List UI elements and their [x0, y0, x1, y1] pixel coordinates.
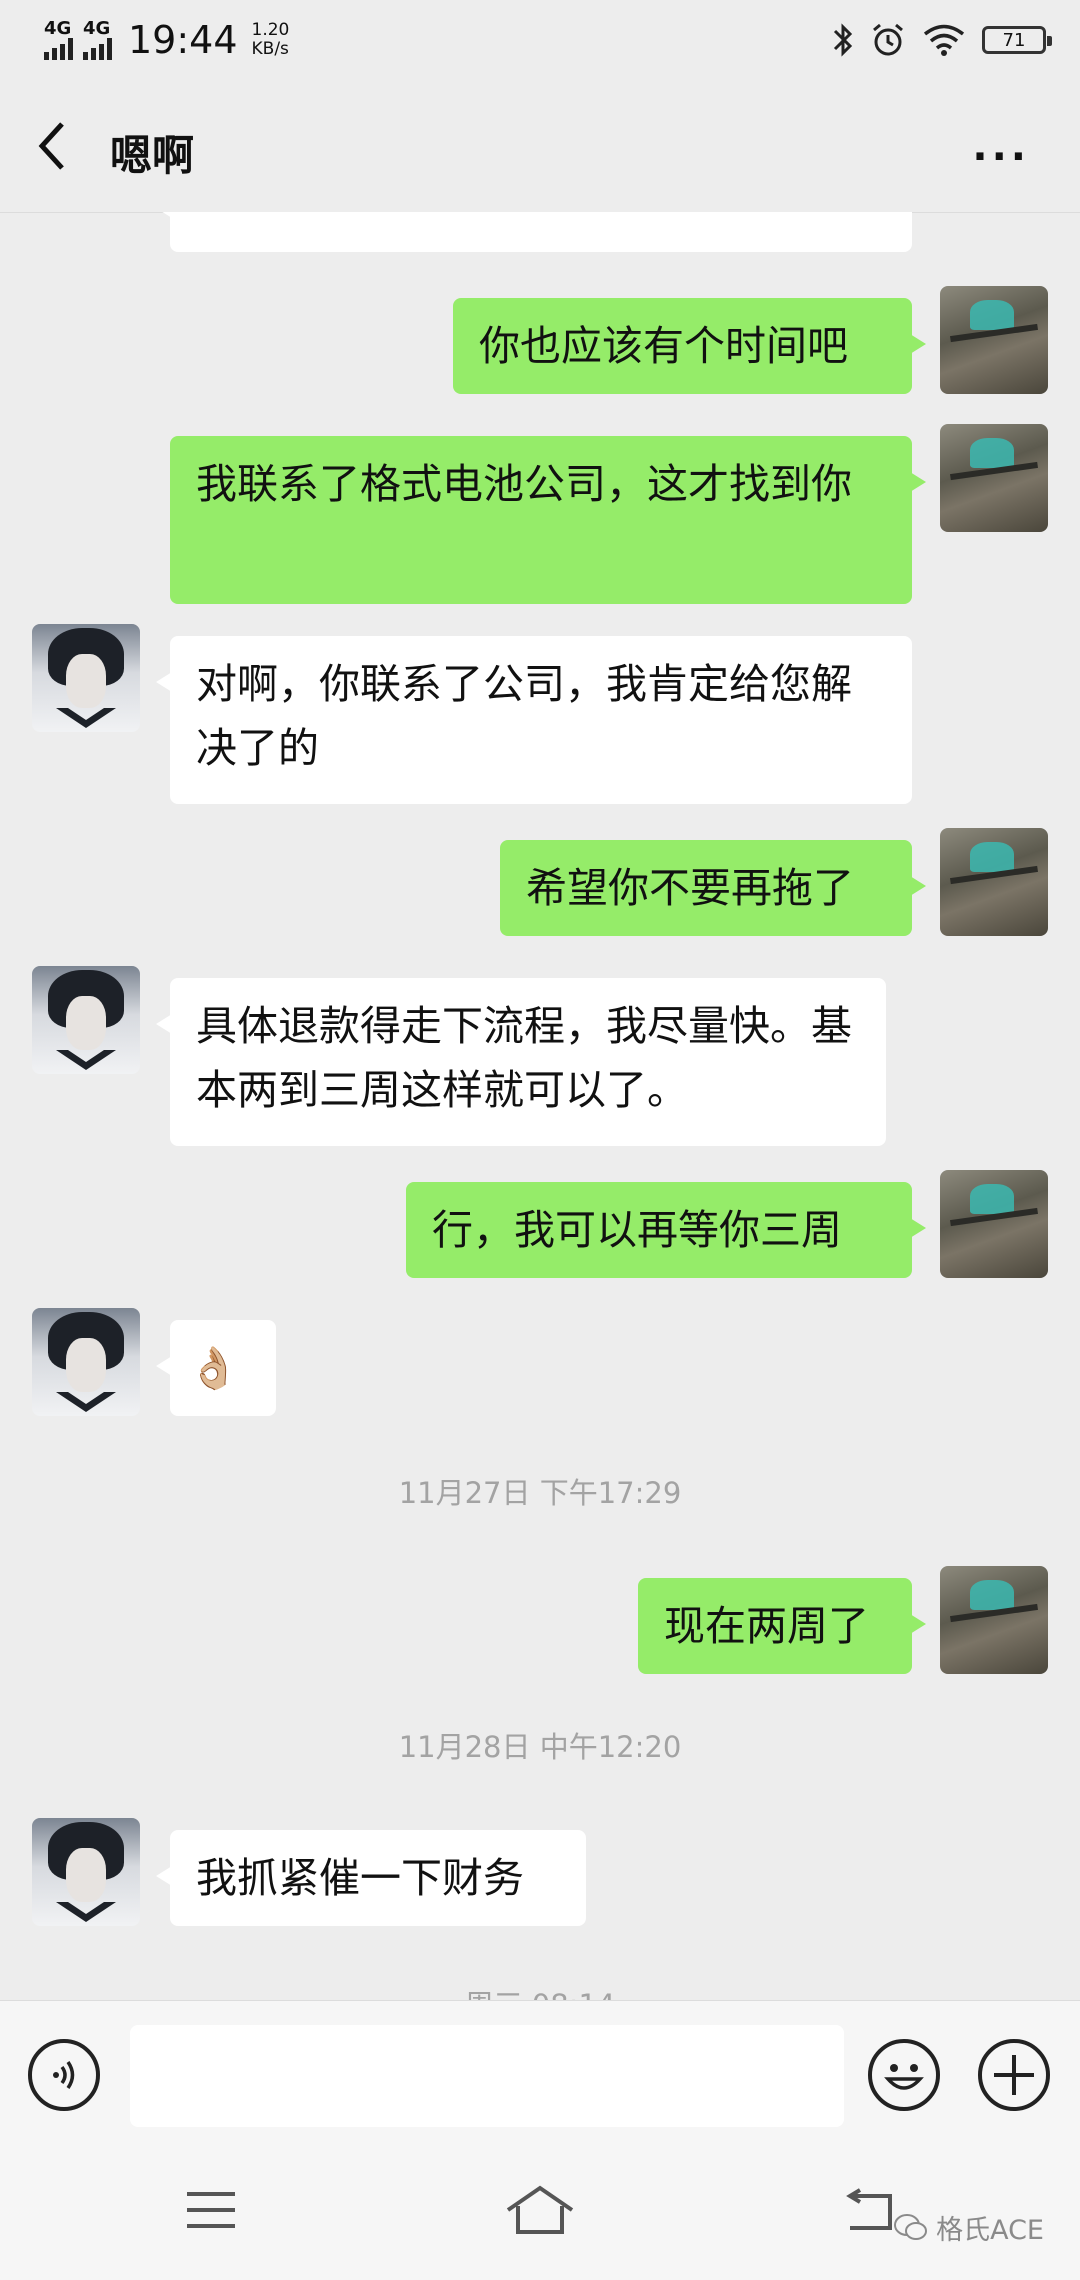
contact-avatar[interactable]: [32, 1818, 140, 1926]
menu-icon[interactable]: [184, 2188, 238, 2232]
battery-icon: 71: [982, 26, 1052, 54]
contact-avatar[interactable]: [32, 624, 140, 732]
back-arrow-icon[interactable]: [30, 114, 74, 178]
chat-header: 嗯啊 ···: [0, 84, 1080, 213]
contact-avatar[interactable]: [32, 1308, 140, 1416]
message-bubble-in[interactable]: 对啊，你联系了公司，我肯定给您解决了的: [156, 636, 912, 804]
signal-bars-icon: [83, 38, 112, 60]
alarm-icon: [873, 23, 903, 56]
chat-area[interactable]: 的了 你也应该有个时间吧 我联系了格式电池公司，这才找到你 对啊，你联系了公司，…: [0, 212, 1080, 2000]
message-input[interactable]: [130, 2025, 844, 2127]
status-right: 71: [832, 22, 1052, 58]
message-bubble-out[interactable]: 我联系了格式电池公司，这才找到你: [170, 436, 926, 604]
timestamp: 11月27日 下午17:29: [398, 1476, 682, 1510]
status-left: 4G 4G 19:44 1.20 KB/s: [44, 18, 289, 62]
message-bubble-in[interactable]: 具体退款得走下流程，我尽量快。基本两到三周这样就可以了。: [156, 978, 886, 1146]
watermark-text: 格氏ACE: [936, 2215, 1044, 2246]
my-avatar[interactable]: [940, 286, 1048, 394]
add-attachment-icon[interactable]: [978, 2039, 1050, 2111]
home-icon[interactable]: [502, 2182, 578, 2238]
wechat-logo-icon: [894, 2213, 928, 2240]
message-bubble-in[interactable]: 我抓紧催一下财务: [156, 1830, 586, 1926]
network-speed: 1.20 KB/s: [252, 21, 290, 59]
message-bubble-in[interactable]: 的了: [156, 212, 912, 252]
message-bubble-out[interactable]: 你也应该有个时间吧: [453, 298, 926, 394]
bluetooth-icon: [833, 23, 853, 57]
chat-title: 嗯啊: [110, 131, 195, 180]
speed-unit: KB/s: [251, 39, 289, 59]
network-type-1: 4G: [44, 18, 72, 39]
my-avatar[interactable]: [940, 1170, 1048, 1278]
clock: 19:44: [128, 18, 238, 62]
network-type-2: 4G: [83, 18, 111, 39]
message-bubble-out[interactable]: 希望你不要再拖了: [500, 840, 926, 936]
watermark: 格氏ACE: [894, 2208, 1044, 2247]
more-options-icon[interactable]: ···: [972, 134, 1030, 180]
my-avatar[interactable]: [940, 1566, 1048, 1674]
signal-bars-icon: [44, 38, 73, 60]
speed-value: 1.20: [251, 20, 290, 40]
my-avatar[interactable]: [940, 424, 1048, 532]
back-nav-icon[interactable]: [840, 2188, 900, 2236]
input-bar: [0, 2000, 1080, 2149]
my-avatar[interactable]: [940, 828, 1048, 936]
emoji-icon[interactable]: [868, 2039, 940, 2111]
voice-input-icon[interactable]: [28, 2039, 100, 2111]
signal-1: 4G: [44, 20, 73, 60]
wifi-icon: [923, 24, 965, 56]
status-bar: 4G 4G 19:44 1.20 KB/s 71: [0, 0, 1080, 84]
message-bubble-out[interactable]: 行，我可以再等你三周: [406, 1182, 926, 1278]
message-bubble-out[interactable]: 现在两周了: [638, 1578, 926, 1674]
timestamp: 11月28日 中午12:20: [398, 1730, 682, 1764]
timestamp: 周三 08:14: [0, 1982, 1080, 2000]
signal-2: 4G: [83, 20, 112, 60]
battery-level: 71: [1002, 29, 1026, 51]
contact-avatar[interactable]: [32, 966, 140, 1074]
emoji-message-bubble[interactable]: 👌🏼: [156, 1320, 276, 1416]
